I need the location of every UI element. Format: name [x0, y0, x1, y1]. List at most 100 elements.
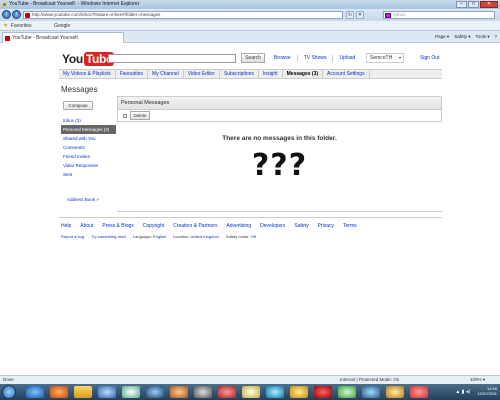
address-book-link[interactable]: Address Book » — [67, 197, 99, 202]
favorites-star-icon[interactable]: ★ — [3, 23, 8, 29]
footer-creators[interactable]: Creators & Partners — [173, 223, 217, 229]
tab-title: YouTube - Broadcast Yourself. — [12, 35, 80, 41]
browser-tab[interactable]: YouTube - Broadcast Yourself. — [2, 32, 124, 43]
language-select[interactable]: English — [153, 234, 166, 239]
footer-copyright[interactable]: Copyright — [143, 223, 164, 229]
youtube-search-button[interactable]: Search — [241, 53, 265, 63]
explorer-taskbar-icon[interactable] — [74, 386, 92, 398]
app-taskbar-icon[interactable] — [194, 386, 212, 398]
tools-menu[interactable]: Tools ▾ — [475, 33, 489, 41]
app-taskbar-icon[interactable] — [314, 386, 332, 398]
app-taskbar-icon[interactable] — [338, 386, 356, 398]
clock[interactable]: 14:59 12/07/2011 — [477, 386, 497, 396]
back-icon[interactable]: ‹ — [2, 10, 11, 19]
youtube-logo[interactable]: You Tube — [62, 51, 115, 67]
footer-developers[interactable]: Developers — [260, 223, 285, 229]
folder-inbox[interactable]: Inbox (3) — [61, 116, 116, 125]
favorites-item-google[interactable]: Google — [54, 21, 70, 31]
language-label: Language: — [132, 234, 152, 239]
app-taskbar-icon[interactable] — [122, 386, 140, 398]
favorites-button[interactable]: Favorites — [11, 21, 32, 31]
tab-favourites[interactable]: Favourites — [116, 70, 149, 78]
footer-privacy[interactable]: Privacy — [318, 223, 334, 229]
safety-menu[interactable]: Safety ▾ — [454, 33, 470, 41]
maximize-button[interactable]: □ — [468, 1, 479, 8]
footer-terms[interactable]: Terms — [343, 223, 357, 229]
user-menu[interactable]: SemcoTH ▾ — [366, 53, 404, 63]
close-button[interactable]: ✕ — [480, 1, 498, 8]
app-taskbar-icon[interactable] — [410, 386, 428, 398]
folder-personal-messages[interactable]: Personal Messages (3) — [61, 125, 116, 134]
tab-favicon-icon — [5, 36, 10, 41]
location-label: Location: — [173, 234, 190, 239]
start-button[interactable] — [2, 385, 16, 399]
tab-messages[interactable]: Messages (3) — [283, 70, 324, 78]
media-player-taskbar-icon[interactable] — [98, 386, 116, 398]
minimize-button[interactable]: – — [456, 1, 467, 8]
window-title-bar: YouTube - Broadcast Yourself. - Windows … — [0, 0, 500, 9]
forward-icon[interactable]: › — [12, 10, 21, 19]
app-taskbar-icon[interactable] — [266, 386, 284, 398]
logo-you: You — [62, 52, 83, 66]
compose-button[interactable]: Compose — [63, 101, 93, 110]
address-text: http://www.youtube.com/inbox?feature=mhe… — [32, 12, 161, 17]
ie-logo-icon — [2, 2, 7, 7]
footer-press[interactable]: Press & Blogs — [102, 223, 133, 229]
footer-safety[interactable]: Safety — [294, 223, 308, 229]
ie-taskbar-icon[interactable] — [26, 386, 44, 398]
folder-sent[interactable]: Sent — [61, 170, 116, 179]
address-actions: ↻ ✕ — [346, 11, 364, 19]
top-links: Browse TV Shows Upload — [274, 55, 355, 62]
tab-video-editor[interactable]: Video Editor — [184, 70, 220, 78]
footer-advertising[interactable]: Advertising — [226, 223, 251, 229]
tab-subscriptions[interactable]: Subscriptions — [220, 70, 259, 78]
footer-about[interactable]: About — [80, 223, 93, 229]
status-text: Done — [3, 377, 14, 382]
address-bar[interactable]: http://www.youtube.com/inbox?feature=mhe… — [23, 11, 343, 19]
clock-date: 12/07/2011 — [477, 391, 497, 396]
app-taskbar-icon[interactable] — [362, 386, 380, 398]
refresh-icon[interactable]: ↻ — [346, 11, 354, 19]
location-select[interactable]: United Kingdom — [190, 234, 218, 239]
youtube-search-input[interactable] — [108, 54, 236, 63]
message-toolbar: Delete — [117, 110, 442, 122]
delete-button[interactable]: Delete — [130, 111, 150, 120]
sign-out-link[interactable]: Sign Out — [420, 55, 439, 61]
tab-insight[interactable]: Insight — [259, 70, 283, 78]
tv-shows-link[interactable]: TV Shows — [304, 55, 327, 62]
tab-my-channel[interactable]: My Channel — [148, 70, 184, 78]
safety-mode-select[interactable]: Off — [251, 234, 256, 239]
stop-icon[interactable]: ✕ — [356, 11, 364, 19]
divider — [117, 211, 442, 212]
firefox-taskbar-icon[interactable] — [50, 386, 68, 398]
search-box[interactable]: Y! Yahoo — [383, 11, 495, 19]
page-menu[interactable]: Page ▾ — [435, 33, 449, 41]
app-taskbar-icon[interactable] — [146, 386, 164, 398]
tab-bar: YouTube - Broadcast Yourself. Page ▾ Saf… — [0, 31, 500, 43]
app-taskbar-icon[interactable] — [242, 386, 260, 398]
system-tray-icons[interactable]: ▲ ▮ ◂) — [455, 389, 470, 395]
divider — [296, 55, 298, 62]
app-taskbar-icon[interactable] — [170, 386, 188, 398]
footer-help[interactable]: Help — [61, 223, 71, 229]
try-new-link[interactable]: Try something new! — [91, 234, 126, 239]
search-placeholder: Yahoo — [393, 12, 406, 17]
select-all-checkbox[interactable] — [123, 114, 127, 118]
app-taskbar-icon[interactable] — [386, 386, 404, 398]
tab-my-videos[interactable]: My Videos & Playlists — [59, 70, 116, 78]
folder-friend-invites[interactable]: Friend Invites — [61, 152, 116, 161]
folder-shared-with-you[interactable]: Shared with You — [61, 134, 116, 143]
app-taskbar-icon[interactable] — [290, 386, 308, 398]
divider — [332, 55, 334, 62]
browse-link[interactable]: Browse — [274, 55, 291, 62]
tab-account-settings[interactable]: Account Settings — [323, 70, 370, 78]
chevron-down-icon: ▾ — [398, 55, 401, 60]
upload-link[interactable]: Upload — [339, 55, 355, 62]
report-bug-link[interactable]: Report a bug — [61, 234, 84, 239]
folder-video-responses[interactable]: Video Responses — [61, 161, 116, 170]
zoom-level[interactable]: 100% ▾ — [470, 376, 485, 384]
help-icon[interactable]: ? — [494, 33, 497, 41]
page-title: Messages — [61, 85, 98, 94]
app-taskbar-icon[interactable] — [218, 386, 236, 398]
folder-comments[interactable]: Comments — [61, 143, 116, 152]
